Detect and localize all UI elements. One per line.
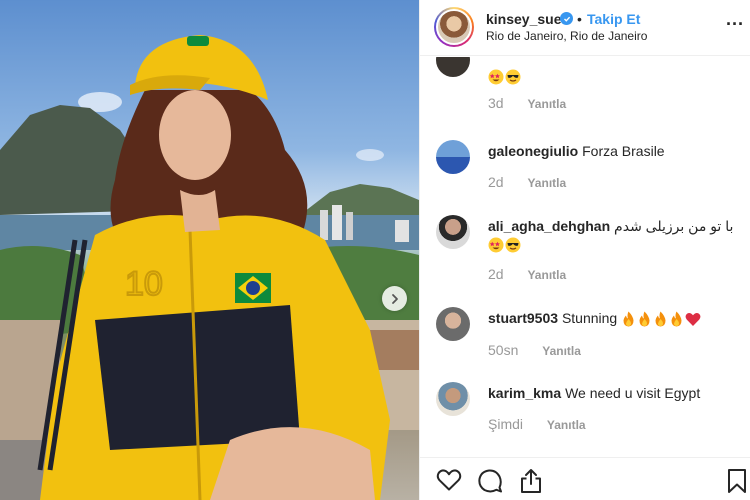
reply-button[interactable]: Yanıtla (527, 97, 566, 111)
chevron-right-icon (391, 293, 398, 304)
author-username[interactable]: kinsey_sue (486, 11, 562, 27)
commenter-avatar[interactable] (436, 307, 470, 341)
separator-dot: • (577, 11, 582, 27)
comment-icon[interactable] (477, 468, 503, 494)
comment-time[interactable]: Şimdi (488, 416, 523, 432)
bookmark-icon[interactable] (727, 468, 747, 494)
more-options-icon[interactable]: ··· (726, 14, 744, 35)
comment-text: Forza Brasile (582, 143, 665, 159)
fire-emoji-icon (623, 311, 634, 327)
post-photo[interactable]: 10 (0, 0, 419, 500)
follow-button[interactable]: Takip Et (587, 11, 640, 27)
author-avatar[interactable] (434, 7, 474, 47)
comment-username[interactable]: stuart9503 (488, 310, 558, 326)
comment-meta: 2d Yanıtla (488, 266, 566, 282)
post-header: kinsey_sue • Takip Et Rio de Janeiro, Ri… (420, 0, 750, 56)
next-photo-button[interactable] (382, 286, 407, 311)
comment-text: Stunning (561, 310, 618, 326)
svg-text:10: 10 (125, 265, 163, 303)
comment-time[interactable]: 2d (488, 266, 504, 282)
post-location[interactable]: Rio de Janeiro, Rio de Janeiro (486, 29, 647, 43)
comment-emojis (488, 67, 739, 85)
comment-meta: Şimdi Yanıtla (488, 416, 586, 432)
comment-text: We need u visit Egypt (565, 385, 701, 401)
comment-meta: 2d Yanıtla (488, 174, 566, 190)
comment-body: stuart9503 Stunning (488, 309, 739, 327)
commenter-avatar[interactable] (436, 382, 470, 416)
reply-button[interactable]: Yanıtla (542, 344, 581, 358)
reply-button[interactable]: Yanıtla (527, 176, 566, 190)
verified-badge-icon (560, 12, 573, 25)
reply-button[interactable]: Yanıtla (547, 418, 586, 432)
star-struck-emoji-icon (488, 69, 504, 85)
fire-emoji-icon (671, 311, 682, 327)
comment-time[interactable]: 3d (488, 95, 504, 111)
comment-emojis (488, 235, 739, 253)
comment-body: karim_kma We need u visit Egypt (488, 384, 739, 402)
sunglasses-emoji-icon (505, 237, 521, 253)
comment-list: 3d Yanıtla galeonegiulio Forza Brasile 2… (420, 57, 750, 457)
fire-emoji-icon (655, 311, 666, 327)
post-actions-bar (420, 457, 750, 500)
comment-time[interactable]: 2d (488, 174, 504, 190)
comment-meta: 50sn Yanıtla (488, 342, 581, 358)
sunglasses-emoji-icon (505, 69, 521, 85)
comment-meta: 3d Yanıtla (488, 95, 566, 111)
comment-username[interactable]: karim_kma (488, 385, 561, 401)
comment-username[interactable]: ali_agha_dehghan (488, 218, 610, 234)
comment-body: galeonegiulio Forza Brasile (488, 142, 739, 160)
heart-icon[interactable] (436, 468, 462, 492)
commenter-avatar[interactable] (436, 215, 470, 249)
photo-illustration: 10 (0, 35, 419, 500)
star-struck-emoji-icon (488, 237, 504, 253)
comment-text: با تو من برزیلی شدم (614, 218, 734, 234)
commenter-avatar[interactable] (436, 57, 470, 77)
comment-username[interactable]: galeonegiulio (488, 143, 578, 159)
comment-time[interactable]: 50sn (488, 342, 518, 358)
share-icon[interactable] (518, 468, 544, 494)
red-heart-emoji-icon (685, 312, 701, 326)
comment-body: ali_agha_dehghan با تو من برزیلی شدم (488, 217, 739, 235)
post-detail-panel: kinsey_sue • Takip Et Rio de Janeiro, Ri… (419, 0, 750, 500)
commenter-avatar[interactable] (436, 140, 470, 174)
fire-emoji-icon (639, 311, 650, 327)
reply-button[interactable]: Yanıtla (527, 268, 566, 282)
